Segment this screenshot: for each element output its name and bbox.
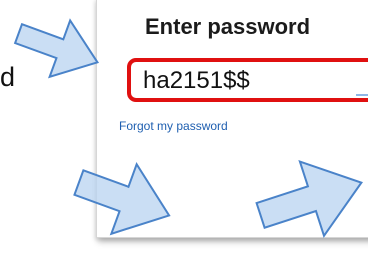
arrow-bottom-right-icon (255, 160, 363, 238)
password-field-highlight[interactable] (127, 58, 368, 102)
screenshot-stage: d Enter password Forgot my password (0, 0, 368, 264)
password-field[interactable] (143, 66, 353, 96)
arrow-bottom-left-icon (73, 161, 171, 236)
arrow-top-left-icon (13, 18, 100, 79)
page-title: Enter password (145, 14, 311, 39)
input-underline (356, 94, 368, 96)
forgot-password-link[interactable]: Forgot my password (119, 119, 228, 133)
